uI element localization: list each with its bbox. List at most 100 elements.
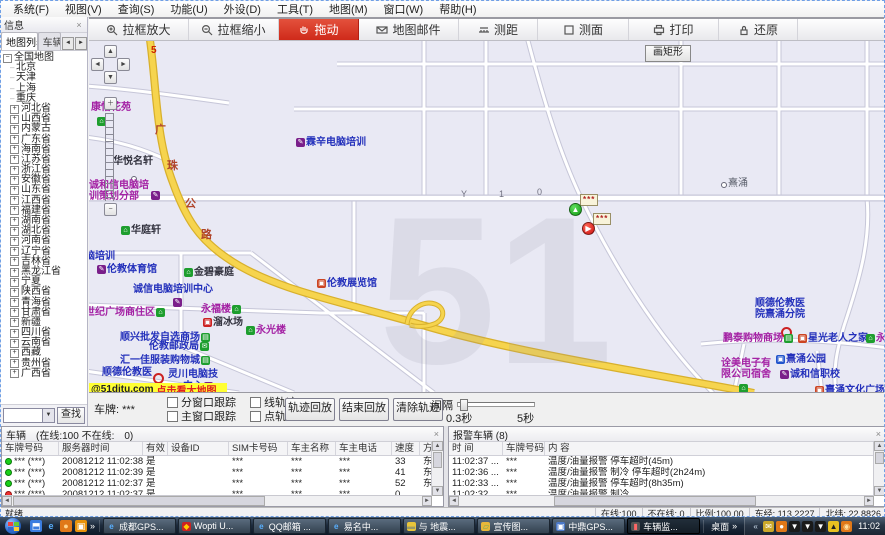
vehicle-table-hscroll[interactable]: ◄ ► <box>2 495 432 506</box>
hscroll-thumb[interactable] <box>554 496 756 506</box>
tree-expand-icon[interactable]: + <box>10 217 19 226</box>
column-header[interactable]: 速度 <box>392 442 420 455</box>
tray-ball-icon[interactable]: ◉ <box>841 521 852 532</box>
51ditu-watermark[interactable]: @51ditu.com 点击看大地图... <box>89 383 227 393</box>
start-button[interactable] <box>0 517 26 535</box>
tray-qq-icon[interactable]: ▼ <box>815 521 826 532</box>
menu-item[interactable]: 视图(V) <box>57 1 110 17</box>
tray-chevron-icon[interactable]: « <box>750 521 761 532</box>
menu-item[interactable]: 查询(S) <box>110 1 163 17</box>
tree-expand-icon[interactable]: + <box>10 308 19 317</box>
table-row[interactable]: 11:02:33 ...***温度/油量报警 停车超时(8h35m) <box>449 478 885 489</box>
tree-expand-icon[interactable]: + <box>10 176 19 185</box>
zoom-slider[interactable] <box>105 113 114 201</box>
tree-expand-icon[interactable]: + <box>10 329 19 338</box>
toolbar-button-restore[interactable]: 还原 <box>719 19 798 40</box>
tray-clock-icon[interactable]: ● <box>776 521 787 532</box>
task-button[interactable]: e成都GPS... <box>103 518 176 534</box>
tree-expand-icon[interactable]: + <box>10 145 19 154</box>
task-button[interactable]: e易名中... <box>328 518 401 534</box>
tray-mail-icon[interactable]: ✉ <box>763 521 774 532</box>
column-header[interactable]: SIM卡号码 <box>229 442 288 455</box>
toolbar-button-drag[interactable]: 拖动 <box>279 19 359 40</box>
scroll-down-icon[interactable]: ▼ <box>432 486 443 496</box>
tree-expand-icon[interactable]: + <box>10 339 19 348</box>
task-button[interactable]: ▮车辆监... <box>627 518 700 534</box>
track-checkbox[interactable]: 分窗口跟踪 <box>167 395 236 409</box>
scroll-right-icon[interactable]: ► <box>864 496 874 506</box>
tree-item[interactable]: +广西省 <box>3 369 87 379</box>
scroll-up-icon[interactable]: ▲ <box>874 441 885 451</box>
task-button[interactable]: ▬与 地震... <box>403 518 476 534</box>
table-row[interactable]: *** (***)20081212 11:02:39是*********41东 <box>2 467 443 478</box>
find-button[interactable]: 查找 <box>57 407 85 424</box>
search-combo[interactable]: ▼ <box>3 408 55 423</box>
table-row[interactable]: 11:02:36 ...***温度/油量报警 制冷 停车超时(2h24m) <box>449 467 885 478</box>
tree-item[interactable]: +陕西省 <box>3 287 87 297</box>
tree-item[interactable]: +内蒙古 <box>3 124 87 134</box>
column-header[interactable]: 时 间 <box>449 442 503 455</box>
tree-expand-icon[interactable]: + <box>10 288 19 297</box>
tree-expand-icon[interactable]: + <box>10 206 19 215</box>
tree-expand-icon[interactable]: + <box>10 115 19 124</box>
table-row[interactable]: *** (***)20081212 11:02:37是*********52东 <box>2 478 443 489</box>
column-header[interactable]: 车主电话 <box>336 442 392 455</box>
tree-item[interactable]: +甘肃省 <box>3 308 87 318</box>
zoom-out-button[interactable]: − <box>104 203 117 216</box>
tray-qq-icon[interactable]: ▼ <box>802 521 813 532</box>
task-button[interactable]: eQQ邮箱 ... <box>253 518 326 534</box>
tree-expand-icon[interactable]: + <box>10 237 19 246</box>
track-button[interactable]: 结束回放 <box>339 398 389 421</box>
quicklaunch-ball-icon[interactable]: ● <box>60 520 72 532</box>
tree-expand-icon[interactable]: + <box>10 247 19 256</box>
tab-scroll-icon[interactable]: ◄ <box>62 37 74 50</box>
tree-item[interactable]: +黑龙江省 <box>3 267 87 277</box>
zoom-in-button[interactable]: ＋ <box>104 97 117 110</box>
desktop-toolbar[interactable]: 桌面 » <box>703 520 744 533</box>
tray-qq-icon[interactable]: ▼ <box>789 521 800 532</box>
tree-expand-icon[interactable]: + <box>10 359 19 368</box>
toolbar-button-print[interactable]: 打印 <box>629 19 719 40</box>
menu-item[interactable]: 工具(T) <box>269 1 321 17</box>
alarm-table-hscroll[interactable]: ◄ ► <box>449 495 874 506</box>
toolbar-button-zoom-in[interactable]: 拉框放大 <box>89 19 189 40</box>
tree-expand-icon[interactable]: + <box>10 166 19 175</box>
tree-expand-icon[interactable]: + <box>10 318 19 327</box>
hscroll-thumb[interactable] <box>13 496 265 506</box>
quicklaunch-overflow-icon[interactable]: » <box>90 521 95 531</box>
pan-right-button[interactable]: ► <box>117 58 130 71</box>
tree-expand-icon[interactable]: + <box>10 257 19 266</box>
checkbox-icon[interactable] <box>167 411 178 422</box>
chevron-right-icon[interactable]: » <box>732 521 737 531</box>
toolbar-button-area[interactable]: 测面 <box>538 19 629 40</box>
menu-item[interactable]: 系统(F) <box>5 1 57 17</box>
quicklaunch-appsq-icon[interactable]: ▣ <box>75 520 87 532</box>
sidebar-close-icon[interactable]: × <box>74 20 84 30</box>
vehicle-marker-red[interactable]: ▶ <box>582 222 595 235</box>
vehicle-tag[interactable]: *** <box>580 194 598 206</box>
scroll-left-icon[interactable]: ◄ <box>449 496 459 506</box>
menu-item[interactable]: 窗口(W) <box>376 1 432 17</box>
tab-vehicles[interactable]: 车辆 <box>38 32 61 50</box>
tree-expand-icon[interactable]: + <box>10 227 19 236</box>
table-row[interactable]: *** (***)20081212 11:02:38是*********33东 <box>2 456 443 467</box>
tab-scroll-icon[interactable]: ► <box>75 37 87 50</box>
tree-expand-icon[interactable]: + <box>10 125 19 134</box>
tab-map-list[interactable]: 地图列表 <box>1 32 38 50</box>
vscroll-thumb[interactable] <box>875 452 884 464</box>
column-header[interactable]: 服务器时间 <box>59 442 143 455</box>
toolbar-button-distance[interactable]: 测距 <box>459 19 538 40</box>
scroll-left-icon[interactable]: ◄ <box>2 496 12 506</box>
menu-item[interactable]: 外设(D) <box>216 1 269 17</box>
task-button[interactable]: ▱宣传图... <box>477 518 550 534</box>
scroll-right-icon[interactable]: ► <box>422 496 432 506</box>
column-header[interactable]: 内 容 <box>545 442 875 455</box>
column-header[interactable]: 车主名称 <box>288 442 336 455</box>
column-header[interactable]: 有效 <box>143 442 168 455</box>
column-header[interactable]: 设备ID <box>168 442 229 455</box>
menu-item[interactable]: 帮助(H) <box>431 1 484 17</box>
column-header[interactable]: 车牌号码 <box>2 442 59 455</box>
task-button[interactable]: ◆Wopti U... <box>178 518 251 534</box>
tree-expand-icon[interactable]: + <box>10 278 19 287</box>
pan-down-button[interactable]: ▼ <box>104 71 117 84</box>
